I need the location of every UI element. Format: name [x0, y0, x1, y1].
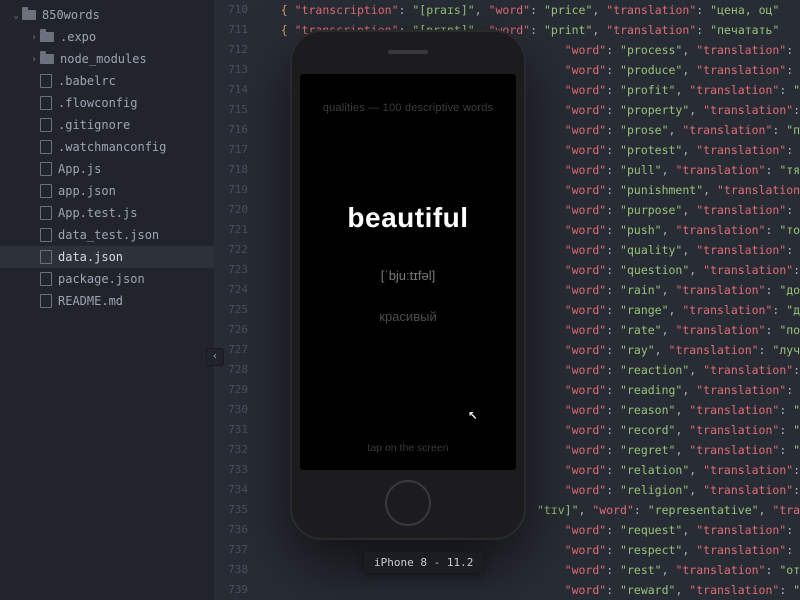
- tree-root[interactable]: ⌄ 850words: [0, 4, 214, 26]
- file-icon: [40, 162, 52, 176]
- folder-icon: [22, 10, 36, 20]
- tree-file[interactable]: app.json: [0, 180, 214, 202]
- file-icon: [40, 140, 52, 154]
- tree-item-label: .expo: [60, 30, 96, 44]
- file-icon: [40, 250, 52, 264]
- tree-item-label: data.json: [58, 250, 123, 264]
- app-word: beautiful: [347, 202, 468, 234]
- folder-icon: [40, 54, 54, 64]
- tree-item-label: package.json: [58, 272, 145, 286]
- chevron-right-icon: ›: [28, 54, 40, 65]
- file-icon: [40, 294, 52, 308]
- collapse-sidebar-button[interactable]: ‹: [206, 348, 224, 366]
- tree-folder[interactable]: › .expo: [0, 26, 214, 48]
- tree-file[interactable]: .gitignore: [0, 114, 214, 136]
- app-transcription: [ˈbjuːtɪfəl]: [381, 268, 435, 283]
- tree-item-label: App.test.js: [58, 206, 137, 220]
- file-tree-sidebar: ⌄ 850words › .expo › node_modules .babelrc .f…: [0, 0, 214, 600]
- tree-item-label: .babelrc: [58, 74, 116, 88]
- tree-file[interactable]: data_test.json: [0, 224, 214, 246]
- file-icon: [40, 96, 52, 110]
- tree-file[interactable]: data.json: [0, 246, 214, 268]
- tree-item-label: .gitignore: [58, 118, 130, 132]
- tree-file[interactable]: App.test.js: [0, 202, 214, 224]
- tree-item-label: node_modules: [60, 52, 147, 66]
- tree-item-label: .watchmanconfig: [58, 140, 166, 154]
- file-icon: [40, 228, 52, 242]
- tree-item-label: data_test.json: [58, 228, 159, 242]
- tree-file[interactable]: .babelrc: [0, 70, 214, 92]
- tree-file[interactable]: App.js: [0, 158, 214, 180]
- tree-file[interactable]: .flowconfig: [0, 92, 214, 114]
- tree-item-label: App.js: [58, 162, 101, 176]
- tree-file[interactable]: README.md: [0, 290, 214, 312]
- app-hint: tap on the screen: [367, 442, 448, 454]
- phone-screen[interactable]: qualities — 100 descriptive words beauti…: [300, 74, 516, 470]
- tree-item-label: .flowconfig: [58, 96, 137, 110]
- folder-icon: [40, 32, 54, 42]
- tree-root-label: 850words: [42, 8, 100, 22]
- file-icon: [40, 272, 52, 286]
- device-simulator: qualities — 100 descriptive words beauti…: [290, 30, 526, 540]
- file-icon: [40, 206, 52, 220]
- tree-file[interactable]: package.json: [0, 268, 214, 290]
- file-icon: [40, 118, 52, 132]
- device-label[interactable]: iPhone 8 - 11.2: [364, 552, 483, 573]
- app-translation: красивый: [379, 309, 436, 324]
- file-icon: [40, 74, 52, 88]
- chevron-right-icon: ›: [28, 32, 40, 43]
- app-category-header: qualities — 100 descriptive words: [323, 102, 493, 114]
- tree-item-label: app.json: [58, 184, 116, 198]
- home-button[interactable]: [385, 480, 431, 526]
- tree-folder[interactable]: › node_modules: [0, 48, 214, 70]
- line-number-gutter: 7107117127137147157167177187197207217227…: [214, 0, 256, 600]
- chevron-down-icon: ⌄: [10, 10, 22, 21]
- tree-file[interactable]: .watchmanconfig: [0, 136, 214, 158]
- file-icon: [40, 184, 52, 198]
- phone-speaker: [388, 50, 428, 54]
- tree-item-label: README.md: [58, 294, 123, 308]
